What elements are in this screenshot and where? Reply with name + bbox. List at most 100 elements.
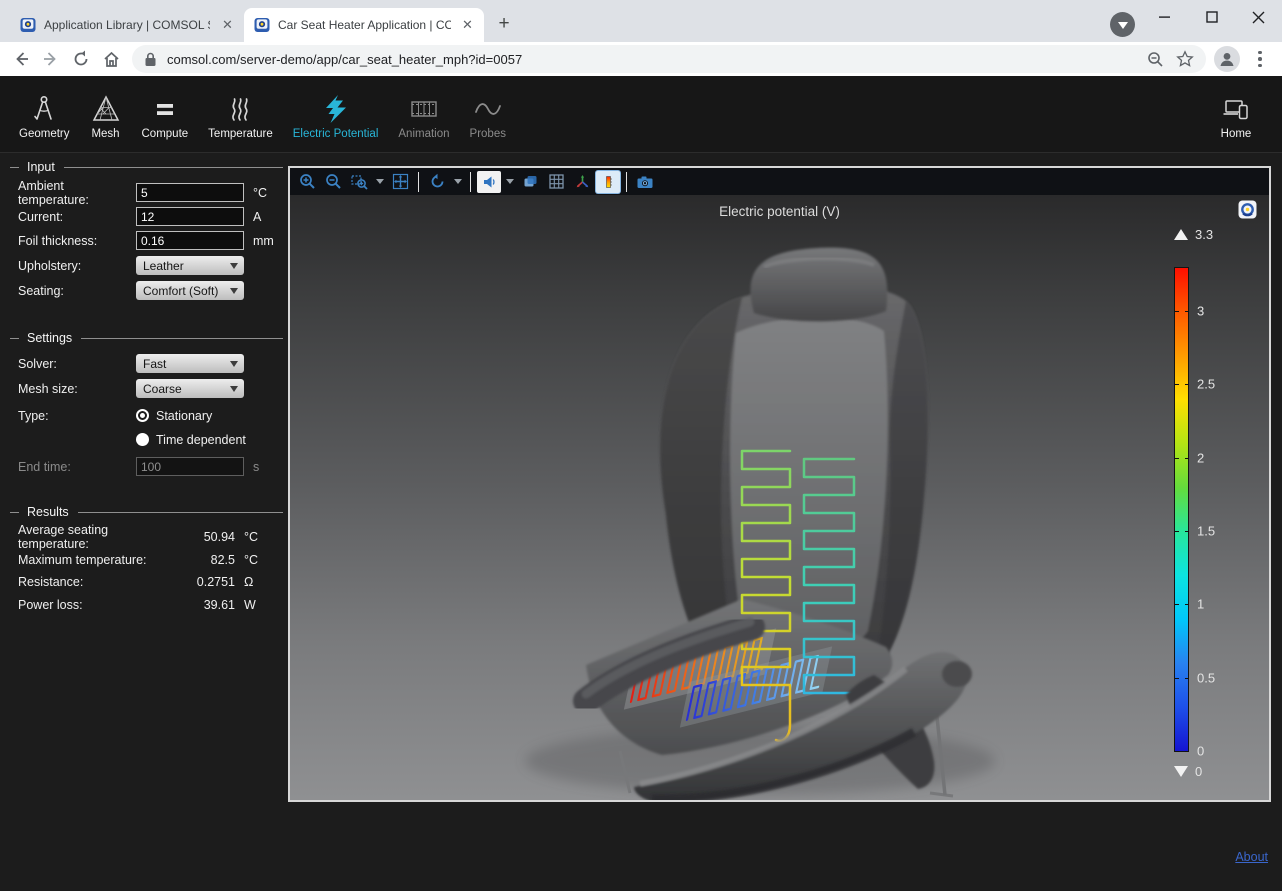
field-label: Foil thickness: xyxy=(18,234,136,248)
radio-label: Time dependent xyxy=(156,433,246,447)
zoom-in-button[interactable] xyxy=(295,171,319,193)
forward-button[interactable] xyxy=(36,44,66,74)
result-unit: °C xyxy=(244,553,270,567)
comsol-favicon-icon xyxy=(20,17,36,33)
seating-select[interactable]: Comfort (Soft) xyxy=(136,281,244,300)
result-value: 82.5 xyxy=(173,553,235,567)
mesh-size-select[interactable]: Coarse xyxy=(136,379,244,398)
field-unit: A xyxy=(253,210,261,224)
ambient-temperature-input[interactable] xyxy=(136,183,244,202)
result-unit: Ω xyxy=(244,575,270,589)
zoom-indicator-icon[interactable] xyxy=(1147,51,1164,68)
input-group-header: Input xyxy=(10,159,283,175)
grid-toggle[interactable] xyxy=(544,171,568,193)
field-unit: s xyxy=(253,460,259,474)
snapshot-camera-button[interactable] xyxy=(633,171,657,193)
rotate-view-button[interactable] xyxy=(425,171,449,193)
field-label: Seating: xyxy=(18,284,136,298)
scene-light-caret[interactable] xyxy=(503,171,516,193)
back-button[interactable] xyxy=(6,44,36,74)
zoom-extents-button[interactable] xyxy=(388,171,412,193)
transparency-toggle[interactable] xyxy=(518,171,542,193)
window-controls xyxy=(1141,0,1282,34)
about-link[interactable]: About xyxy=(1235,850,1268,864)
heat-waves-icon xyxy=(224,89,256,125)
legend-min-marker-icon xyxy=(1174,766,1188,777)
upholstery-select[interactable]: Leather xyxy=(136,256,244,275)
legend-max-marker-icon xyxy=(1174,229,1188,240)
url-text: comsol.com/server-demo/app/car_seat_heat… xyxy=(167,52,1137,67)
foil-thickness-input[interactable] xyxy=(136,231,244,250)
current-input[interactable] xyxy=(136,207,244,226)
zoom-box-button[interactable] xyxy=(347,171,371,193)
ribbon-home-button[interactable]: Home xyxy=(1210,89,1262,140)
lock-icon xyxy=(144,52,157,67)
tab-car-seat-heater[interactable]: Car Seat Heater Application | CO ✕ xyxy=(244,8,484,42)
ribbon-probes-button: Probes xyxy=(461,89,515,140)
settings-group-header: Settings xyxy=(10,330,283,346)
tab-application-library[interactable]: Application Library | COMSOL Se ✕ xyxy=(10,8,244,42)
media-controls-button[interactable] xyxy=(1110,12,1135,37)
result-row: Maximum temperature: 82.5 °C xyxy=(0,549,288,572)
compute-equals-icon xyxy=(149,89,181,125)
color-legend-toggle[interactable] xyxy=(596,171,620,193)
new-tab-button[interactable]: + xyxy=(490,11,518,39)
zoom-out-button[interactable] xyxy=(321,171,345,193)
field-label: Ambient temperature: xyxy=(18,179,136,207)
tab-close-icon[interactable]: ✕ xyxy=(219,17,236,34)
solver-select[interactable]: Fast xyxy=(136,354,244,373)
comsol-favicon-icon xyxy=(254,17,270,33)
scene-light-toggle[interactable] xyxy=(477,171,501,193)
home-button[interactable] xyxy=(96,44,126,74)
axes-toggle[interactable] xyxy=(570,171,594,193)
plot-canvas[interactable]: Electric potential (V) xyxy=(290,195,1269,800)
maximize-button[interactable] xyxy=(1188,0,1235,34)
ribbon-temperature-button[interactable]: Temperature xyxy=(199,89,282,140)
field-unit: °C xyxy=(253,186,267,200)
legend-tick-label: 2 xyxy=(1197,450,1204,465)
legend-max-value: 3.3 xyxy=(1195,227,1213,242)
rotate-menu-caret[interactable] xyxy=(451,171,464,193)
ribbon-compute-button[interactable]: Compute xyxy=(133,89,198,140)
result-row: Resistance: 0.2751 Ω xyxy=(0,571,288,594)
app-body: Input Ambient temperature: °C Current: A… xyxy=(0,152,1282,891)
sidebar: Input Ambient temperature: °C Current: A… xyxy=(0,153,288,616)
ribbon-geometry-button[interactable]: Geometry xyxy=(10,89,79,140)
sine-wave-icon xyxy=(472,89,504,125)
profile-avatar[interactable] xyxy=(1214,46,1240,72)
reload-button[interactable] xyxy=(66,44,96,74)
legend-min-value: 0 xyxy=(1195,764,1202,779)
minimize-button[interactable] xyxy=(1141,0,1188,34)
time-dependent-radio[interactable] xyxy=(136,433,149,446)
tab-close-icon[interactable]: ✕ xyxy=(459,17,476,34)
url-bar[interactable]: comsol.com/server-demo/app/car_seat_heat… xyxy=(132,45,1206,73)
browser-tabstrip: Application Library | COMSOL Se ✕ Car Se… xyxy=(0,0,1282,42)
legend-bar-wrap: 32.521.510.50 xyxy=(1167,268,1233,751)
chevron-down-icon xyxy=(1118,22,1128,29)
field-label: End time: xyxy=(18,460,136,474)
zoom-menu-caret[interactable] xyxy=(373,171,386,193)
browser-menu-button[interactable] xyxy=(1248,51,1272,68)
legend-tick-label: 2.5 xyxy=(1197,377,1215,392)
ribbon-mesh-button[interactable]: Mesh xyxy=(81,89,131,140)
ribbon-electric-potential-button[interactable]: Electric Potential xyxy=(284,89,388,140)
results-group-header: Results xyxy=(10,504,283,520)
field-label: Mesh size: xyxy=(18,382,136,396)
tab-title: Car Seat Heater Application | CO xyxy=(278,18,451,32)
stationary-radio[interactable] xyxy=(136,409,149,422)
lightning-bolt-icon xyxy=(320,89,352,125)
legend-tick-label: 0 xyxy=(1197,744,1204,759)
result-row: Average seating temperature: 50.94 °C xyxy=(0,526,288,549)
close-window-button[interactable] xyxy=(1235,0,1282,34)
result-unit: °C xyxy=(244,530,270,544)
result-value: 39.61 xyxy=(173,598,235,612)
ribbon-animation-button: Animation xyxy=(389,89,458,140)
result-unit: W xyxy=(244,598,270,612)
legend-tick-label: 0.5 xyxy=(1197,670,1215,685)
field-label: Type: xyxy=(18,409,136,423)
graphics-panel: Electric potential (V) xyxy=(288,166,1271,802)
legend-tick-label: 3 xyxy=(1197,304,1204,319)
bookmark-star-icon[interactable] xyxy=(1176,50,1194,68)
radio-label: Stationary xyxy=(156,409,212,423)
film-strip-icon xyxy=(408,89,440,125)
